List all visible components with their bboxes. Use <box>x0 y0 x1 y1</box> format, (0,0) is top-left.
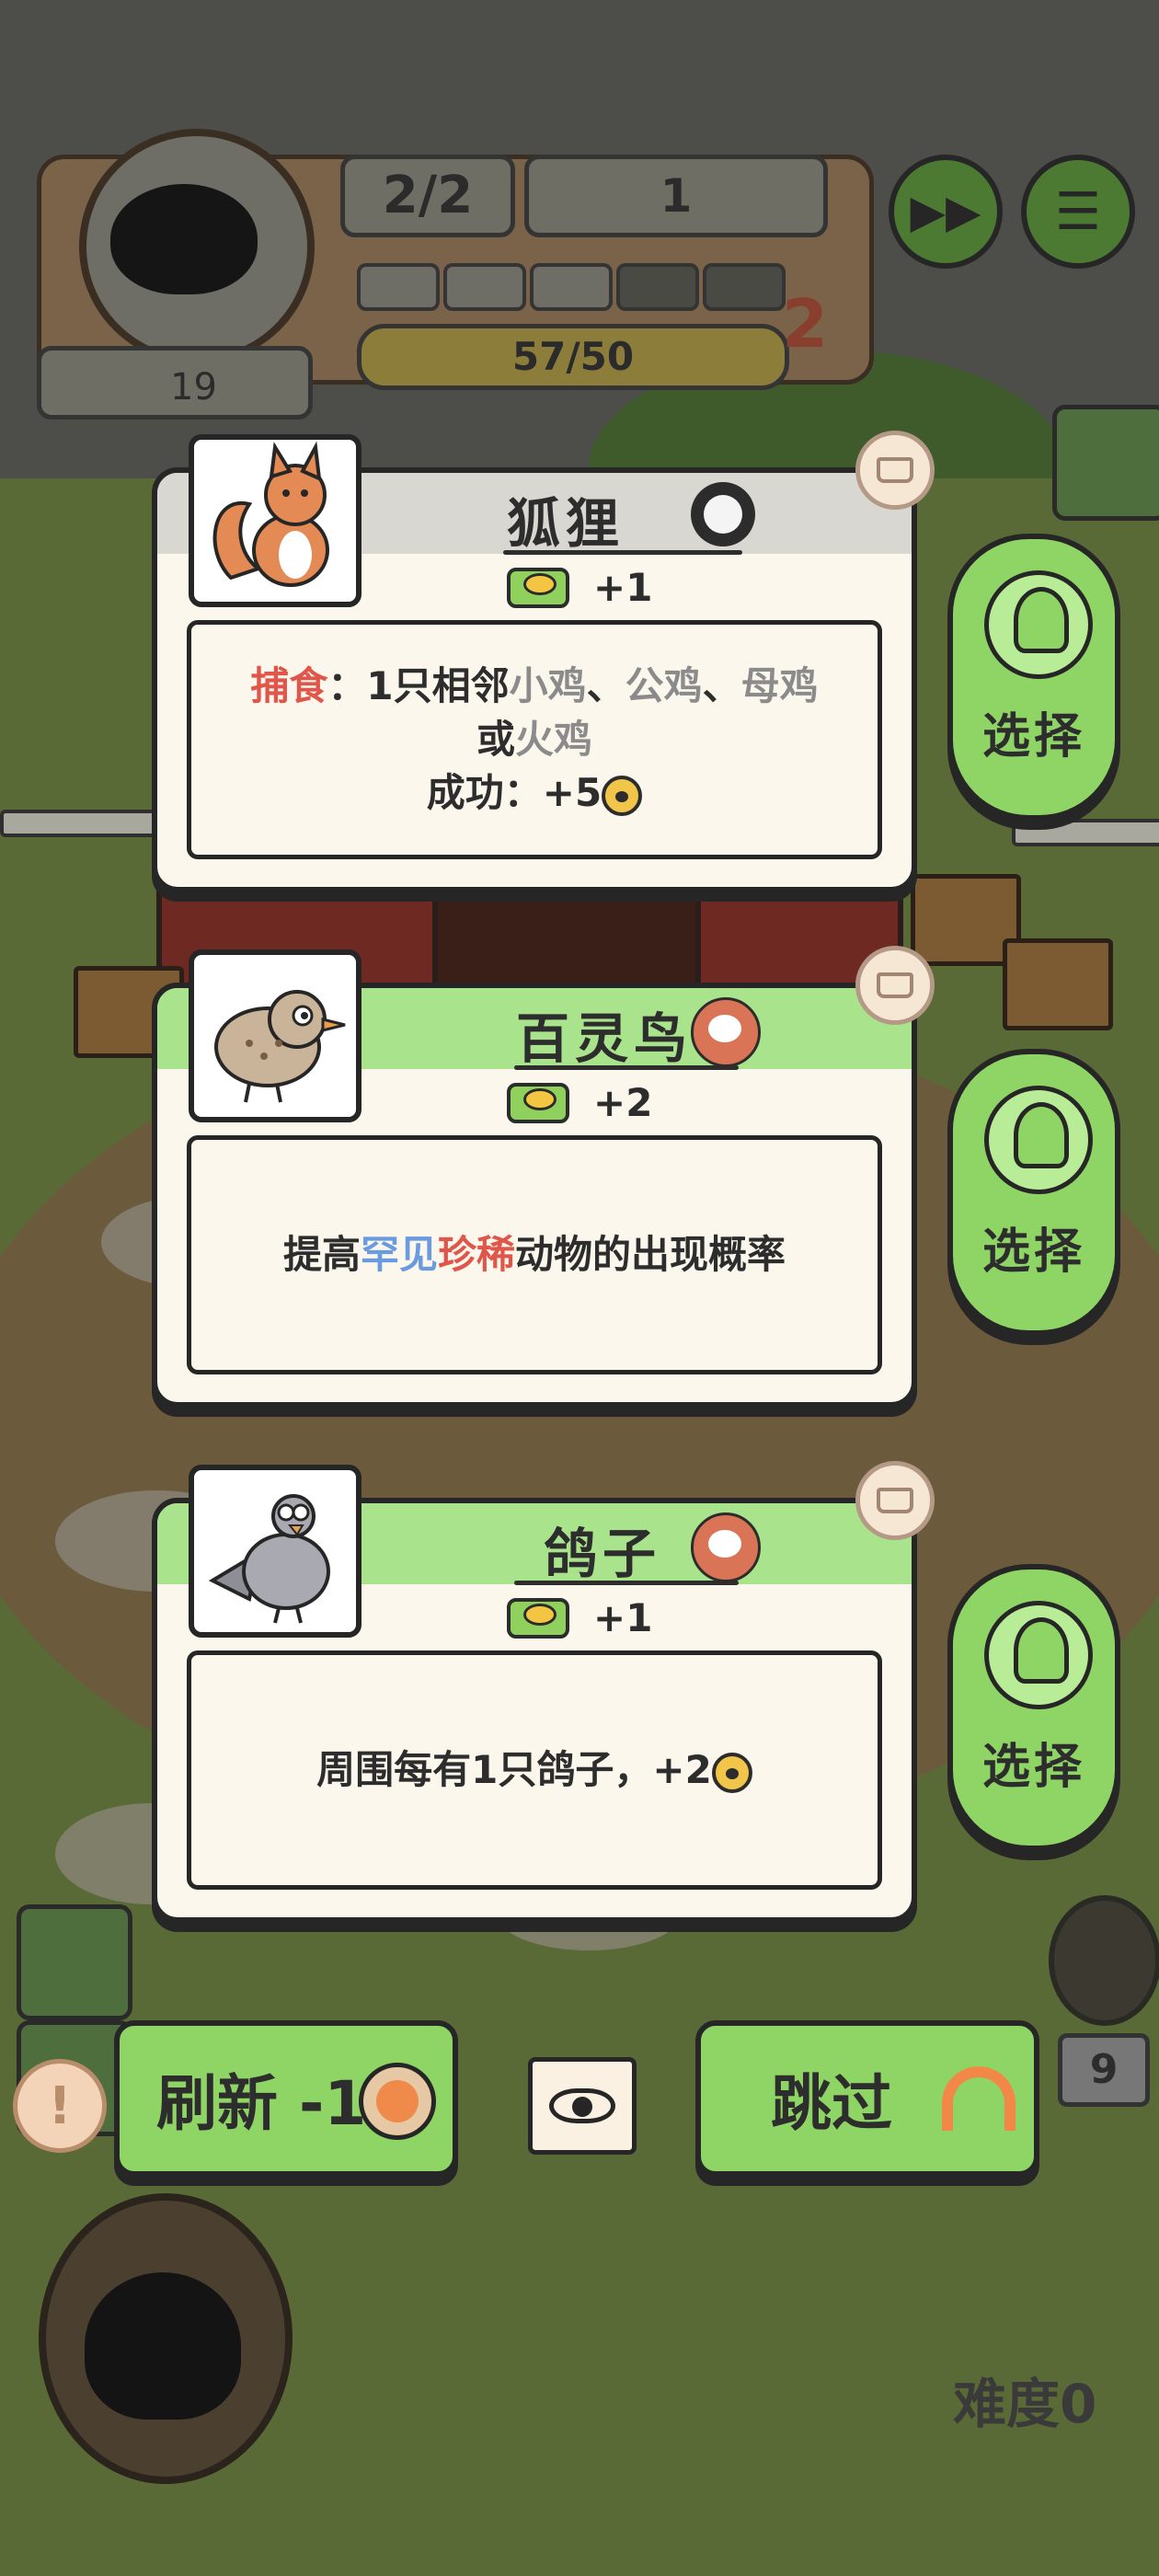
desc-text: 1只相邻 <box>366 663 510 708</box>
fox-portrait <box>189 434 361 607</box>
card-description: 提高罕见珍稀动物的出现概率 <box>187 1135 882 1374</box>
fast-forward-button[interactable]: ▶▶ <box>889 155 1003 269</box>
refresh-button[interactable]: 刷新 -1 <box>114 2020 458 2177</box>
desc-text: 、 <box>702 663 741 708</box>
level-label: 19 <box>37 346 313 420</box>
desc-line: 捕食：1只相邻小鸡、公鸡、母鸡 <box>250 660 818 713</box>
select-button-fox[interactable]: 选择 <box>947 534 1120 821</box>
inventory-tile[interactable] <box>1052 405 1159 521</box>
bird-tag-icon <box>691 997 761 1067</box>
fence <box>0 810 164 837</box>
food-gain: +1 <box>507 565 652 610</box>
title-underline <box>514 1581 739 1585</box>
target-hen: 母鸡 <box>740 663 819 708</box>
pointing-hand-icon <box>1014 1617 1069 1684</box>
keyword-precious: 珍稀 <box>438 1232 516 1277</box>
target-chick: 小鸡 <box>509 663 587 708</box>
food-bowl-icon <box>507 567 569 608</box>
card-description: 周围每有1只鸽子，+2 <box>187 1650 882 1890</box>
food-bowl-icon <box>507 1082 569 1123</box>
list-icon: ☰ <box>1054 181 1102 242</box>
black-cat-icon <box>85 2272 241 2420</box>
keyword-rare: 罕见 <box>360 1232 438 1277</box>
paw-coin-icon <box>602 775 643 816</box>
target-rooster: 公鸡 <box>625 663 703 708</box>
pointing-hand-icon <box>1014 1102 1069 1168</box>
lark-portrait <box>189 949 361 1122</box>
skip-button[interactable]: 跳过 <box>695 2020 1039 2177</box>
progress-segment <box>443 263 526 311</box>
keyword-prey: 捕食 <box>250 663 328 708</box>
bird-tag-icon <box>691 1512 761 1582</box>
food-gain-value: +2 <box>593 1080 653 1125</box>
difficulty-label: 难度0 <box>953 2373 1097 2435</box>
select-label: 选择 <box>981 1225 1085 1280</box>
desc-text: 、 <box>586 663 625 708</box>
pigeon-portrait <box>189 1465 361 1638</box>
book-icon[interactable] <box>855 1461 935 1540</box>
round-number: 2 <box>782 285 829 362</box>
select-label: 选择 <box>981 709 1085 765</box>
alert-button[interactable]: ! <box>13 2059 107 2153</box>
select-button-lark[interactable]: 选择 <box>947 1049 1120 1336</box>
desc-text: ： <box>327 663 367 708</box>
desc-text: 周围每有1只鸽子，+2 <box>316 1747 712 1792</box>
desc-text: 或 <box>476 717 515 762</box>
food-gain-value: +1 <box>593 565 653 610</box>
desc-text: 动物的出现概率 <box>515 1232 786 1277</box>
black-cat-icon <box>110 184 258 294</box>
animal-slot[interactable] <box>17 1904 132 2020</box>
cat-food-can-icon <box>359 2063 436 2140</box>
card-title: 狐狸 <box>507 492 625 555</box>
book-icon[interactable] <box>855 431 935 510</box>
can-counter: 1 <box>524 155 828 237</box>
desc-line: 或火鸡 <box>476 713 592 766</box>
food-gain-value: +1 <box>593 1595 653 1640</box>
select-label: 选择 <box>981 1740 1085 1795</box>
predator-tag-icon <box>691 482 755 546</box>
book-icon[interactable] <box>855 946 935 1025</box>
view-toggle-button[interactable] <box>528 2057 637 2155</box>
apple-crate <box>1003 938 1113 1030</box>
eye-icon <box>549 2088 615 2123</box>
paw-coin-icon <box>711 1752 752 1793</box>
title-underline <box>503 550 742 555</box>
select-button-pigeon[interactable]: 选择 <box>947 1564 1120 1851</box>
exclamation-icon: ! <box>48 2076 72 2136</box>
skip-label: 跳过 <box>771 2068 892 2139</box>
food-progress-bar: 57/50 <box>357 324 789 390</box>
progress-segment <box>703 263 786 311</box>
fence <box>1012 819 1159 846</box>
progress-segment <box>616 263 699 311</box>
progress-segment <box>357 263 440 311</box>
wave-counter: 2/2 <box>340 155 515 237</box>
desc-line: 周围每有1只鸽子，+2 <box>316 1743 752 1797</box>
refresh-label: 刷新 -1 <box>156 2068 367 2139</box>
food-gain: +1 <box>507 1595 652 1640</box>
desc-line: 提高罕见珍稀动物的出现概率 <box>283 1228 786 1282</box>
pointing-hand-icon <box>1014 587 1069 653</box>
curved-arrow-icon <box>942 2066 1016 2131</box>
desc-text: 提高 <box>282 1232 361 1277</box>
desc-line: 成功：+5 <box>426 766 643 820</box>
success-reward: 成功：+5 <box>426 770 602 815</box>
target-turkey: 火鸡 <box>515 717 593 762</box>
animal-count-badge: 9 <box>1058 2033 1150 2107</box>
animal-card-pigeon[interactable]: 鸽子 +1 周围每有1只鸽子，+2 <box>152 1465 917 1923</box>
food-bowl-icon <box>507 1597 569 1639</box>
fast-forward-icon: ▶▶ <box>910 185 981 238</box>
card-description: 捕食：1只相邻小鸡、公鸡、母鸡 或火鸡 成功：+5 <box>187 620 882 859</box>
progress-segment <box>530 263 613 311</box>
food-gain: +2 <box>507 1080 652 1125</box>
chick-portrait <box>1049 1895 1159 2026</box>
animal-card-lark[interactable]: 百灵鸟 +2 提高罕见珍稀动物的出现概率 <box>152 949 917 1408</box>
animal-card-fox[interactable]: 狐狸 +1 捕食：1只相邻小鸡、公鸡、母鸡 或火鸡 成功：+5 <box>152 434 917 892</box>
menu-button[interactable]: ☰ <box>1021 155 1135 269</box>
title-underline <box>514 1065 739 1070</box>
card-title: 百灵鸟 <box>516 1007 694 1070</box>
